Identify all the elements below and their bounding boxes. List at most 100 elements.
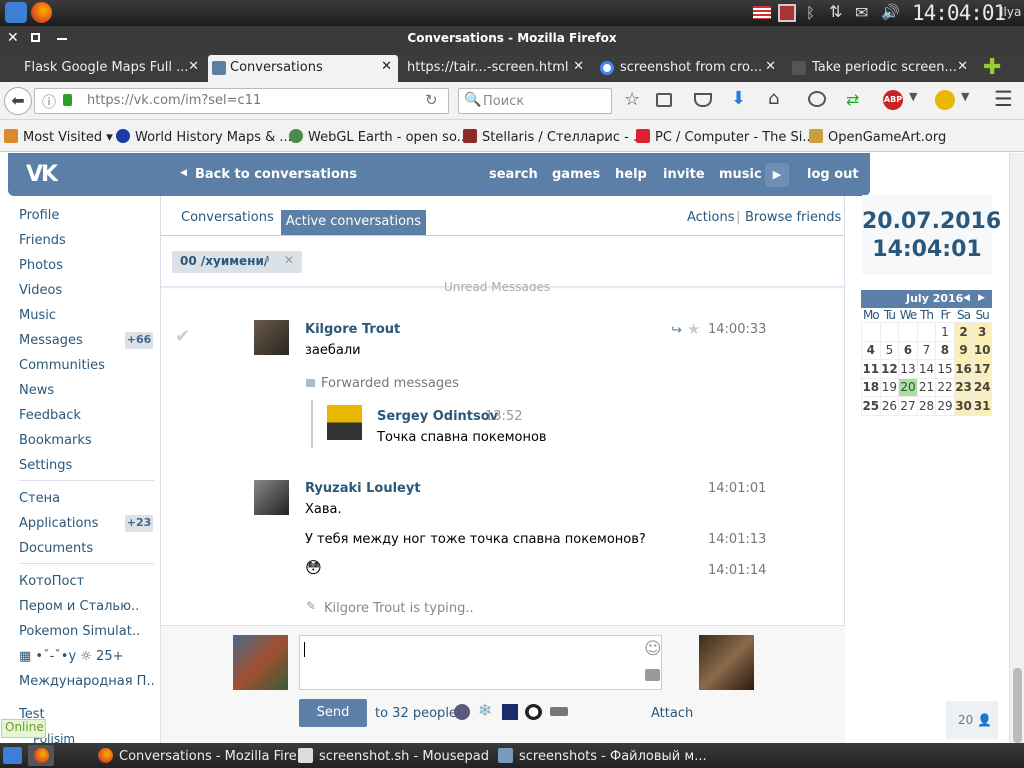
calendar-day[interactable]: 30 [953, 396, 974, 416]
star-icon[interactable]: ★ [687, 320, 700, 338]
calendar-day[interactable]: 29 [935, 396, 955, 416]
online-friends-counter[interactable]: 20 👤 [946, 701, 998, 739]
search-bar[interactable]: 🔍 Поиск [458, 88, 612, 114]
hamburger-menu-icon[interactable]: ☰ [994, 87, 1013, 111]
sidebar-item-photos[interactable]: Photos [19, 258, 63, 273]
system-clock[interactable]: 14:04:01 [912, 1, 1006, 25]
chat-icon[interactable] [808, 91, 826, 107]
participant-icon[interactable] [454, 704, 470, 720]
sidebar-item-messages[interactable]: Messages [19, 333, 83, 348]
sidebar-item-applications[interactable]: Applications [19, 516, 98, 531]
calendar-next-icon[interactable]: ▶ [978, 293, 985, 303]
menu-logout[interactable]: log out [807, 167, 859, 182]
adblock-icon[interactable]: ABP [883, 90, 903, 110]
sidebar-item-communities[interactable]: Communities [19, 358, 105, 373]
camera-icon[interactable] [645, 669, 660, 681]
bookmark-most-visited[interactable]: Most Visited ▾ [4, 129, 113, 145]
avatar-ryuzaki-louleyt[interactable] [254, 480, 289, 515]
task-firefox[interactable]: Conversations - Mozilla Fire... [98, 748, 309, 764]
sidebar-item-music[interactable]: Music [19, 308, 56, 323]
reload-icon[interactable]: ↻ [425, 91, 438, 109]
calendar-day[interactable]: 19 [879, 377, 900, 397]
emoji-picker-icon[interactable]: ☺ [644, 639, 662, 659]
my-avatar[interactable] [233, 635, 288, 690]
message-input[interactable]: ☺ [299, 635, 662, 690]
calendar-day[interactable]: 27 [898, 396, 918, 416]
calendar-day[interactable]: 18 [861, 377, 881, 397]
network-icon[interactable]: ⇅ [829, 2, 842, 21]
show-desktop-icon[interactable] [3, 747, 22, 764]
calendar-day[interactable]: 22 [935, 377, 955, 397]
calendar-prev-icon[interactable]: ◀ [963, 293, 970, 303]
calendar-day[interactable]: 20 [898, 377, 918, 397]
task-mousepad[interactable]: screenshot.sh - Mousepad [298, 748, 489, 764]
bookmark-star-icon[interactable]: ☆ [624, 89, 640, 110]
calendar-day[interactable]: 11 [861, 359, 881, 379]
mail-icon[interactable]: ✉ [855, 3, 868, 22]
sidebar-item-profile[interactable]: Profile [19, 208, 59, 223]
music-play-icon[interactable]: ▶ [765, 163, 789, 187]
back-button[interactable]: ⬅ [4, 87, 32, 115]
bookmark-pc-computer[interactable]: PC / Computer - The Si... [636, 129, 815, 145]
calendar-day[interactable]: 12 [879, 359, 900, 379]
tab-conversations[interactable]: Conversations ✕ [208, 55, 398, 82]
close-tab-icon[interactable]: ✕ [381, 59, 392, 74]
sidebar-item-bookmarks[interactable]: Bookmarks [19, 433, 92, 448]
calendar-day[interactable]: 3 [972, 322, 992, 342]
menu-music[interactable]: music [719, 167, 762, 182]
send-button[interactable]: Send [299, 699, 367, 727]
sidebar-item-kotopost[interactable]: КотоПост [19, 574, 84, 589]
calendar-day[interactable]: 24 [972, 377, 992, 397]
url-bar[interactable]: ⓘ https://vk.com/im?sel=c11 ↻ [34, 88, 449, 114]
applications-count-badge[interactable]: +23 [125, 515, 153, 532]
greasemonkey-dropdown-icon[interactable]: ▼ [961, 90, 969, 103]
sidebar-item-documents[interactable]: Documents [19, 541, 93, 556]
messages-count-badge[interactable]: +66 [125, 332, 153, 349]
close-tab-icon[interactable]: ✕ [957, 59, 968, 74]
calendar-day[interactable]: 15 [935, 359, 955, 379]
volume-icon[interactable]: 🔊 [881, 3, 900, 21]
actions-link[interactable]: Actions [687, 210, 735, 225]
calendar-day[interactable]: 31 [972, 396, 992, 416]
firefox-launcher-icon[interactable] [31, 2, 52, 23]
calendar-day[interactable]: 9 [953, 340, 974, 360]
recipients-count[interactable]: to 32 people [375, 706, 457, 721]
tab-conversations[interactable]: Conversations [181, 210, 274, 225]
sender-name[interactable]: Ryuzaki Louleyt [305, 481, 421, 496]
tab-active-conversations[interactable]: Active conversations [281, 210, 426, 235]
bookmark-world-history-maps[interactable]: World History Maps & ... [116, 129, 292, 145]
firefox-quicklaunch-icon[interactable] [28, 745, 54, 766]
browse-friends-link[interactable]: Browse friends [745, 210, 841, 225]
greasemonkey-icon[interactable] [935, 90, 955, 110]
calendar-day[interactable]: 14 [916, 359, 937, 379]
calendar-day[interactable]: 28 [916, 396, 937, 416]
close-tab-icon[interactable]: ✕ [765, 59, 776, 74]
sender-name[interactable]: Sergey Odintsov [377, 409, 498, 424]
calendar-day[interactable]: 21 [916, 377, 937, 397]
close-tab-icon[interactable]: ✕ [573, 59, 584, 74]
menu-games[interactable]: games [552, 167, 600, 182]
calendar-day[interactable]: 4 [861, 340, 881, 360]
calendar-day[interactable]: 26 [879, 396, 900, 416]
calendar-day[interactable]: 13 [898, 359, 918, 379]
sidebar-item-friends[interactable]: Friends [19, 233, 66, 248]
sidebar-item-settings[interactable]: Settings [19, 458, 72, 473]
gun-icon[interactable] [550, 707, 568, 716]
info-icon[interactable]: ⓘ [42, 92, 56, 112]
calendar-day[interactable]: 23 [953, 377, 974, 397]
tab-screenshot-from-chrome[interactable]: screenshot from cro... ✕ [592, 55, 782, 82]
avatar-kilgore-trout[interactable] [254, 320, 289, 355]
forward-icon[interactable]: ↪ [671, 323, 682, 338]
app-menu-icon[interactable] [5, 2, 27, 23]
pocket-icon[interactable] [694, 93, 712, 107]
home-icon[interactable]: ⌂ [768, 88, 779, 109]
menu-help[interactable]: help [615, 167, 647, 182]
adblock-dropdown-icon[interactable]: ▼ [909, 90, 917, 103]
panda-icon[interactable] [525, 704, 542, 720]
attach-link[interactable]: Attach [651, 706, 693, 721]
sidebar-item-group-25[interactable]: ▦ •ˇ-ˇ•у ☼ 25+ [19, 649, 124, 664]
menu-search[interactable]: search [489, 167, 538, 182]
checkmark-icon[interactable]: ✔ [175, 326, 190, 347]
participant-icon[interactable] [502, 704, 518, 720]
calendar-day[interactable]: 6 [898, 340, 918, 360]
